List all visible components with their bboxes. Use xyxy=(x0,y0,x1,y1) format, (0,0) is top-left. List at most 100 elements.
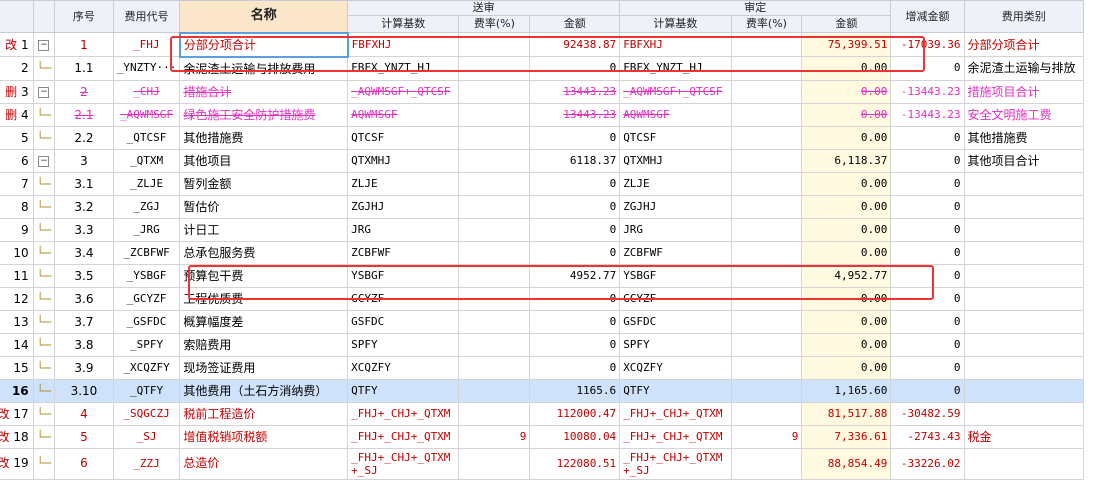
diff-cell[interactable]: 0 xyxy=(890,355,965,380)
submitted-rate-header[interactable]: 费率(%) xyxy=(458,15,531,33)
submitted-rate-cell[interactable] xyxy=(458,194,531,219)
table-row[interactable]: 删 3−2 _CHJ 措施合计 _AQWMSGF+_QTCSF 13443.23 _AQW… xyxy=(0,79,1085,104)
approved-base-header[interactable]: 计算基数 xyxy=(619,15,732,33)
name-cell[interactable]: 其他项目 xyxy=(179,148,349,173)
submitted-base-cell[interactable]: SPFY xyxy=(347,332,460,357)
submitted-rate-cell[interactable] xyxy=(458,263,531,288)
submitted-amount-cell[interactable]: 1165.6 xyxy=(529,378,621,403)
row-number-cell[interactable]: 2 xyxy=(0,56,34,81)
category-cell[interactable] xyxy=(963,378,1085,403)
row-number-cell[interactable]: 11 xyxy=(0,263,34,288)
row-number-cell[interactable]: 8 xyxy=(0,194,34,219)
approved-amount-cell[interactable]: 0.00 xyxy=(801,240,892,265)
approved-base-cell[interactable]: _AQWMSGF+_QTCSF xyxy=(619,79,732,104)
collapse-icon[interactable]: − xyxy=(38,155,50,167)
table-row[interactable]: 2 └─ 1.1 _YNZTY··· 余泥渣土运输与排放费用 FBFX_YNZT_HJ 0 F… xyxy=(0,56,1085,81)
table-row[interactable]: 7 └─ 3.1 _ZLJE 暂列金额 ZLJE 0 ZLJE 0.00 0 xyxy=(0,171,1085,196)
submitted-amount-cell[interactable]: 0 xyxy=(529,171,621,196)
approved-amount-cell[interactable]: 0.00 xyxy=(801,125,892,150)
diff-cell[interactable]: -33226.02 xyxy=(890,447,965,480)
table-row[interactable]: 14 └─ 3.8 _SPFY 索赔费用 SPFY 0 SPFY 0.00 0 xyxy=(0,332,1085,357)
code-cell[interactable]: _SPFY xyxy=(112,332,181,357)
code-cell[interactable]: _SJ xyxy=(112,424,181,449)
name-cell[interactable]: 增值税销项税额 xyxy=(179,424,349,449)
category-cell[interactable] xyxy=(963,309,1085,334)
approved-rate-cell[interactable] xyxy=(730,194,803,219)
code-cell[interactable]: _FHJ xyxy=(112,32,181,57)
table-row[interactable]: 13 └─ 3.7 _GSFDC 概算幅度差 GSFDC 0 GSFDC 0.00 0 xyxy=(0,309,1085,334)
approved-amount-cell[interactable]: 0.00 xyxy=(801,56,892,81)
submitted-base-cell[interactable]: AQWMSGF xyxy=(347,102,460,127)
approved-rate-cell[interactable]: 9 xyxy=(730,424,803,449)
approved-amount-header[interactable]: 金额 xyxy=(801,15,892,33)
expand-cell[interactable]: └─ xyxy=(32,171,56,196)
category-cell[interactable]: 措施项目合计 xyxy=(963,79,1085,104)
submitted-amount-cell[interactable]: 92438.87 xyxy=(529,32,621,57)
row-number-cell[interactable]: 删 4 xyxy=(0,102,34,127)
submitted-amount-cell[interactable]: 0 xyxy=(529,286,621,311)
approved-amount-cell[interactable]: 75,399.51 xyxy=(801,32,892,57)
diff-header[interactable]: 增减金额 xyxy=(890,0,965,33)
seq-cell[interactable]: 2.1 xyxy=(54,102,114,127)
submitted-rate-cell[interactable] xyxy=(458,378,531,403)
approved-base-cell[interactable]: ZGJHJ xyxy=(619,194,732,219)
row-number-cell[interactable]: 改 19 xyxy=(0,447,34,480)
approved-base-cell[interactable]: QTCSF xyxy=(619,125,732,150)
table-row[interactable]: 8 └─ 3.2 _ZGJ 暂估价 ZGJHJ 0 ZGJHJ 0.00 0 xyxy=(0,194,1085,219)
expand-cell[interactable]: └─ xyxy=(32,194,56,219)
diff-cell[interactable]: 0 xyxy=(890,171,965,196)
approved-amount-cell[interactable]: 0.00 xyxy=(801,217,892,242)
approved-base-cell[interactable]: ZCBFWF xyxy=(619,240,732,265)
collapse-icon[interactable]: − xyxy=(38,39,50,51)
approved-base-cell[interactable]: FBFXHJ xyxy=(619,32,732,57)
code-cell[interactable]: _YNZTY··· xyxy=(112,56,181,81)
submitted-amount-cell[interactable]: 0 xyxy=(529,56,621,81)
code-cell[interactable]: _QTFY xyxy=(112,378,181,403)
submitted-base-cell[interactable]: QTCSF xyxy=(347,125,460,150)
name-cell[interactable]: 余泥渣土运输与排放费用 xyxy=(179,56,349,81)
submitted-rate-cell[interactable] xyxy=(458,286,531,311)
table-row[interactable]: 改 18└─5_SJ增值税销项税额_FHJ+_CHJ+_QTXM910080.0… xyxy=(0,424,1085,449)
submitted-rate-cell[interactable] xyxy=(458,240,531,265)
submitted-rate-cell[interactable]: 9 xyxy=(458,424,531,449)
seq-cell[interactable]: 1 xyxy=(54,32,114,57)
approved-amount-cell[interactable]: 88,854.49 xyxy=(801,447,892,480)
submitted-base-cell[interactable]: YSBGF xyxy=(347,263,460,288)
approved-rate-cell[interactable] xyxy=(730,332,803,357)
seq-cell[interactable]: 3.2 xyxy=(54,194,114,219)
submitted-rate-cell[interactable] xyxy=(458,401,531,426)
table-row[interactable]: 改 19└─6_ZZJ总造价_FHJ+_CHJ+_QTXM+_SJ122080.… xyxy=(0,447,1085,480)
diff-cell[interactable]: -13443.23 xyxy=(890,102,965,127)
category-cell[interactable] xyxy=(963,332,1085,357)
approved-amount-cell[interactable]: 6,118.37 xyxy=(801,148,892,173)
expand-cell[interactable]: └─ xyxy=(32,355,56,380)
approved-rate-cell[interactable] xyxy=(730,148,803,173)
approved-rate-cell[interactable] xyxy=(730,263,803,288)
code-cell[interactable]: _SQGCZJ xyxy=(112,401,181,426)
submitted-amount-cell[interactable]: 112000.47 xyxy=(529,401,621,426)
approved-base-cell[interactable]: QTFY xyxy=(619,378,732,403)
name-cell[interactable]: 税前工程造价 xyxy=(179,401,349,426)
approved-amount-cell[interactable]: 7,336.61 xyxy=(801,424,892,449)
name-cell[interactable]: 总承包服务费 xyxy=(179,240,349,265)
category-cell[interactable] xyxy=(963,240,1085,265)
code-cell[interactable]: _ZZJ xyxy=(112,447,181,480)
submitted-base-cell[interactable]: FBFXHJ xyxy=(347,32,460,57)
seq-cell[interactable]: 3 xyxy=(54,148,114,173)
category-cell[interactable] xyxy=(963,263,1085,288)
approved-rate-cell[interactable] xyxy=(730,171,803,196)
submitted-rate-cell[interactable] xyxy=(458,332,531,357)
diff-cell[interactable]: 0 xyxy=(890,240,965,265)
submitted-rate-cell[interactable] xyxy=(458,309,531,334)
approved-base-cell[interactable]: XCQZFY xyxy=(619,355,732,380)
seq-cell[interactable]: 3.4 xyxy=(54,240,114,265)
submitted-amount-cell[interactable]: 13443.23 xyxy=(529,102,621,127)
submitted-base-cell[interactable]: _FHJ+_CHJ+_QTXM xyxy=(347,424,460,449)
submitted-base-cell[interactable]: JRG xyxy=(347,217,460,242)
row-number-cell[interactable]: 改 1 xyxy=(0,32,34,57)
category-cell[interactable]: 分部分项合计 xyxy=(963,32,1085,57)
table-row[interactable]: 15 └─ 3.9 _XCQZFY 现场签证费用 XCQZFY 0 XCQZFY 0.00 0 xyxy=(0,355,1085,380)
submitted-amount-cell[interactable]: 0 xyxy=(529,309,621,334)
submitted-rate-cell[interactable] xyxy=(458,171,531,196)
submitted-rate-cell[interactable] xyxy=(458,56,531,81)
